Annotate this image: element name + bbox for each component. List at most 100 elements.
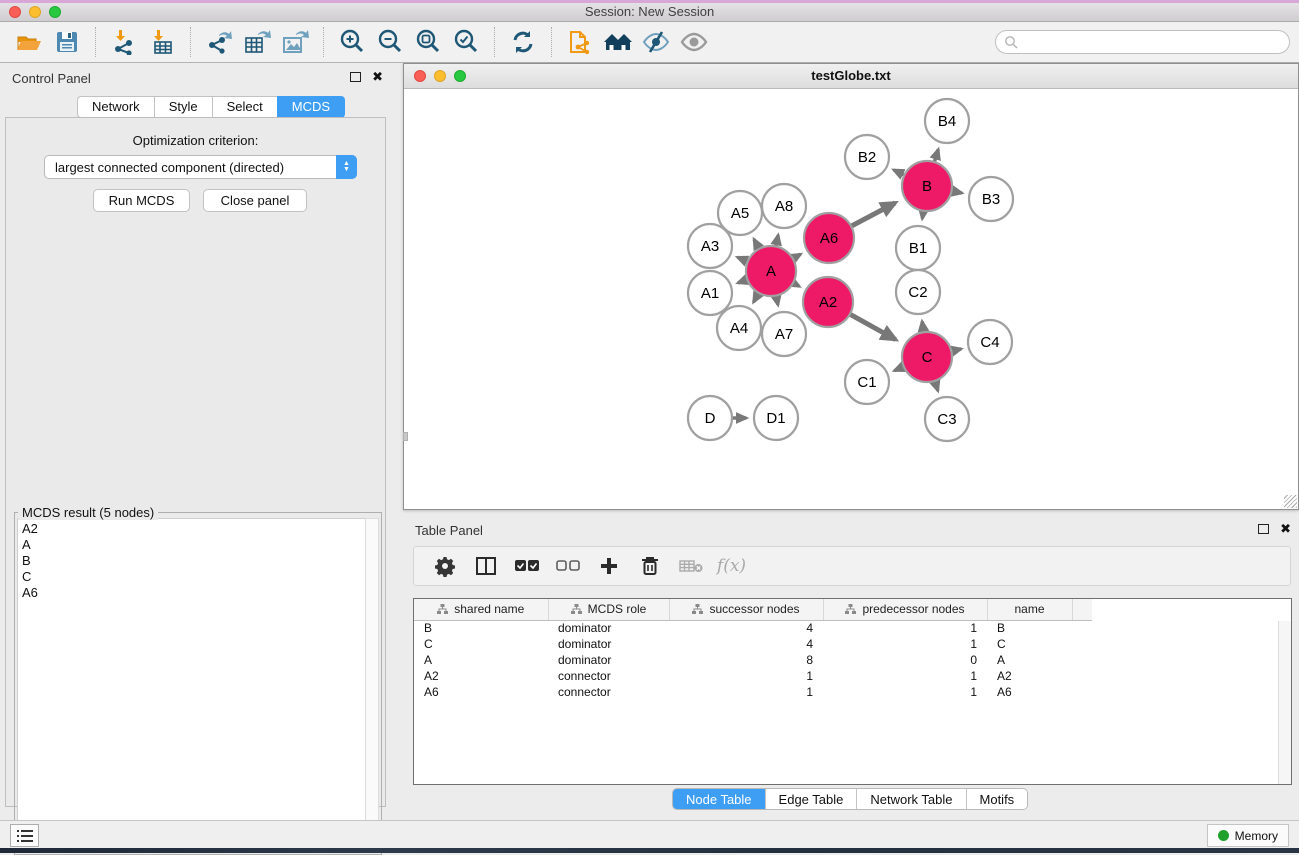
close-panel-icon[interactable]: ✖ <box>372 72 383 82</box>
window-resize-grip[interactable] <box>1284 495 1297 508</box>
minimize-network-button[interactable] <box>434 70 446 82</box>
node-B[interactable]: B <box>902 161 952 211</box>
node-B2[interactable]: B2 <box>845 135 889 179</box>
delete-table-button[interactable] <box>672 550 709 582</box>
node-C[interactable]: C <box>902 332 952 382</box>
mcds-result-item[interactable]: C <box>22 569 365 585</box>
tab-edge-table[interactable]: Edge Table <box>766 789 858 809</box>
import-network-button[interactable] <box>105 25 143 59</box>
export-table-button[interactable] <box>238 25 276 59</box>
column-header-MCDS-role[interactable]: MCDS role <box>548 599 669 620</box>
zoom-out-button[interactable] <box>371 25 409 59</box>
node-A1[interactable]: A1 <box>688 271 732 315</box>
column-header-successor-nodes[interactable]: successor nodes <box>669 599 823 620</box>
homes-button[interactable] <box>599 25 637 59</box>
table-row[interactable]: Bdominator41B <box>414 620 1092 636</box>
zoom-network-button[interactable] <box>454 70 466 82</box>
table-row[interactable]: A2connector11A2 <box>414 668 1092 684</box>
checked-boxes-icon <box>515 560 539 572</box>
node-table[interactable]: shared nameMCDS rolesuccessor nodesprede… <box>414 599 1092 700</box>
node-A2[interactable]: A2 <box>803 277 853 327</box>
hide-panel-button[interactable] <box>637 25 675 59</box>
node-C3[interactable]: C3 <box>925 397 969 441</box>
node-A6[interactable]: A6 <box>804 213 854 263</box>
table-row[interactable]: A6connector11A6 <box>414 684 1092 700</box>
new-network-from-file-button[interactable] <box>561 25 599 59</box>
task-history-button[interactable] <box>10 824 39 847</box>
delete-row-button[interactable] <box>631 550 668 582</box>
zoom-in-button[interactable] <box>333 25 371 59</box>
table-settings-button[interactable] <box>426 550 463 582</box>
memory-status-icon <box>1218 830 1229 841</box>
node-D1[interactable]: D1 <box>754 396 798 440</box>
node-C4[interactable]: C4 <box>968 320 1012 364</box>
node-B1[interactable]: B1 <box>896 226 940 270</box>
mcds-result-item[interactable]: A6 <box>22 585 365 601</box>
tab-network-table[interactable]: Network Table <box>857 789 966 809</box>
float-panel-icon[interactable] <box>350 72 361 82</box>
import-table-button[interactable] <box>143 25 181 59</box>
deselect-all-button[interactable] <box>549 550 586 582</box>
show-panel-button[interactable] <box>675 25 713 59</box>
zoom-selected-button[interactable] <box>447 25 485 59</box>
node-B3[interactable]: B3 <box>969 177 1013 221</box>
node-D[interactable]: D <box>688 396 732 440</box>
table-row[interactable]: Adominator80A <box>414 652 1092 668</box>
columns-view-button[interactable] <box>467 550 504 582</box>
close-network-button[interactable] <box>414 70 426 82</box>
close-table-panel-icon[interactable]: ✖ <box>1280 524 1291 534</box>
criterion-dropdown[interactable]: largest connected component (directed) ▲… <box>44 155 357 179</box>
minimize-window-button[interactable] <box>29 6 41 18</box>
refresh-button[interactable] <box>504 25 542 59</box>
tab-network[interactable]: Network <box>77 96 154 118</box>
dropdown-stepper-icon: ▲▼ <box>336 155 357 179</box>
desktop-edge <box>0 848 1299 853</box>
node-A4[interactable]: A4 <box>717 306 761 350</box>
edge-A2-C[interactable] <box>848 313 895 339</box>
open-file-button[interactable] <box>10 25 48 59</box>
mcds-result-item[interactable]: A2 <box>22 521 365 537</box>
zoom-window-button[interactable] <box>49 6 61 18</box>
node-label: A2 <box>819 294 837 311</box>
function-builder-button[interactable]: f(x) <box>713 550 750 582</box>
zoom-fit-button[interactable] <box>409 25 447 59</box>
tab-style[interactable]: Style <box>154 96 212 118</box>
float-table-panel-icon[interactable] <box>1258 524 1269 534</box>
run-mcds-button[interactable]: Run MCDS <box>93 189 190 212</box>
node-A8[interactable]: A8 <box>762 184 806 228</box>
node-A[interactable]: A <box>746 246 796 296</box>
status-bar: Memory <box>0 820 1299 848</box>
tab-mcds[interactable]: MCDS <box>277 96 345 118</box>
mcds-result-item[interactable]: A <box>22 537 365 553</box>
network-canvas[interactable]: B4B2BB3A8A5A6A3B1AA1C2A2A4A7C4CC1C3DD1 <box>404 89 1298 509</box>
mcds-result-scrollbar[interactable] <box>365 518 379 852</box>
node-A7[interactable]: A7 <box>762 312 806 356</box>
node-B4[interactable]: B4 <box>925 99 969 143</box>
edge-A6-B[interactable] <box>849 203 895 227</box>
column-header-predecessor-nodes[interactable]: predecessor nodes <box>823 599 987 620</box>
export-network-icon <box>205 29 233 55</box>
network-window-titlebar[interactable]: testGlobe.txt <box>404 64 1298 89</box>
mcds-result-list[interactable]: A2ABCA6 <box>17 518 365 852</box>
export-network-button[interactable] <box>200 25 238 59</box>
close-panel-button[interactable]: Close panel <box>203 189 307 212</box>
node-A3[interactable]: A3 <box>688 224 732 268</box>
tab-select[interactable]: Select <box>212 96 277 118</box>
mcds-result-item[interactable]: B <box>22 553 365 569</box>
splitpane-handle[interactable] <box>403 432 408 441</box>
tab-node-table[interactable]: Node Table <box>673 789 766 809</box>
close-window-button[interactable] <box>9 6 21 18</box>
column-header-name[interactable]: name <box>987 599 1072 620</box>
search-input[interactable] <box>995 30 1290 54</box>
table-row[interactable]: Cdominator41C <box>414 636 1092 652</box>
select-all-button[interactable] <box>508 550 545 582</box>
table-scrollbar[interactable] <box>1278 621 1291 784</box>
node-C1[interactable]: C1 <box>845 360 889 404</box>
memory-button[interactable]: Memory <box>1207 824 1289 847</box>
tab-motifs[interactable]: Motifs <box>967 789 1028 809</box>
add-row-button[interactable] <box>590 550 627 582</box>
column-header-shared-name[interactable]: shared name <box>414 599 548 620</box>
export-image-button[interactable] <box>276 25 314 59</box>
save-session-button[interactable] <box>48 25 86 59</box>
node-C2[interactable]: C2 <box>896 270 940 314</box>
